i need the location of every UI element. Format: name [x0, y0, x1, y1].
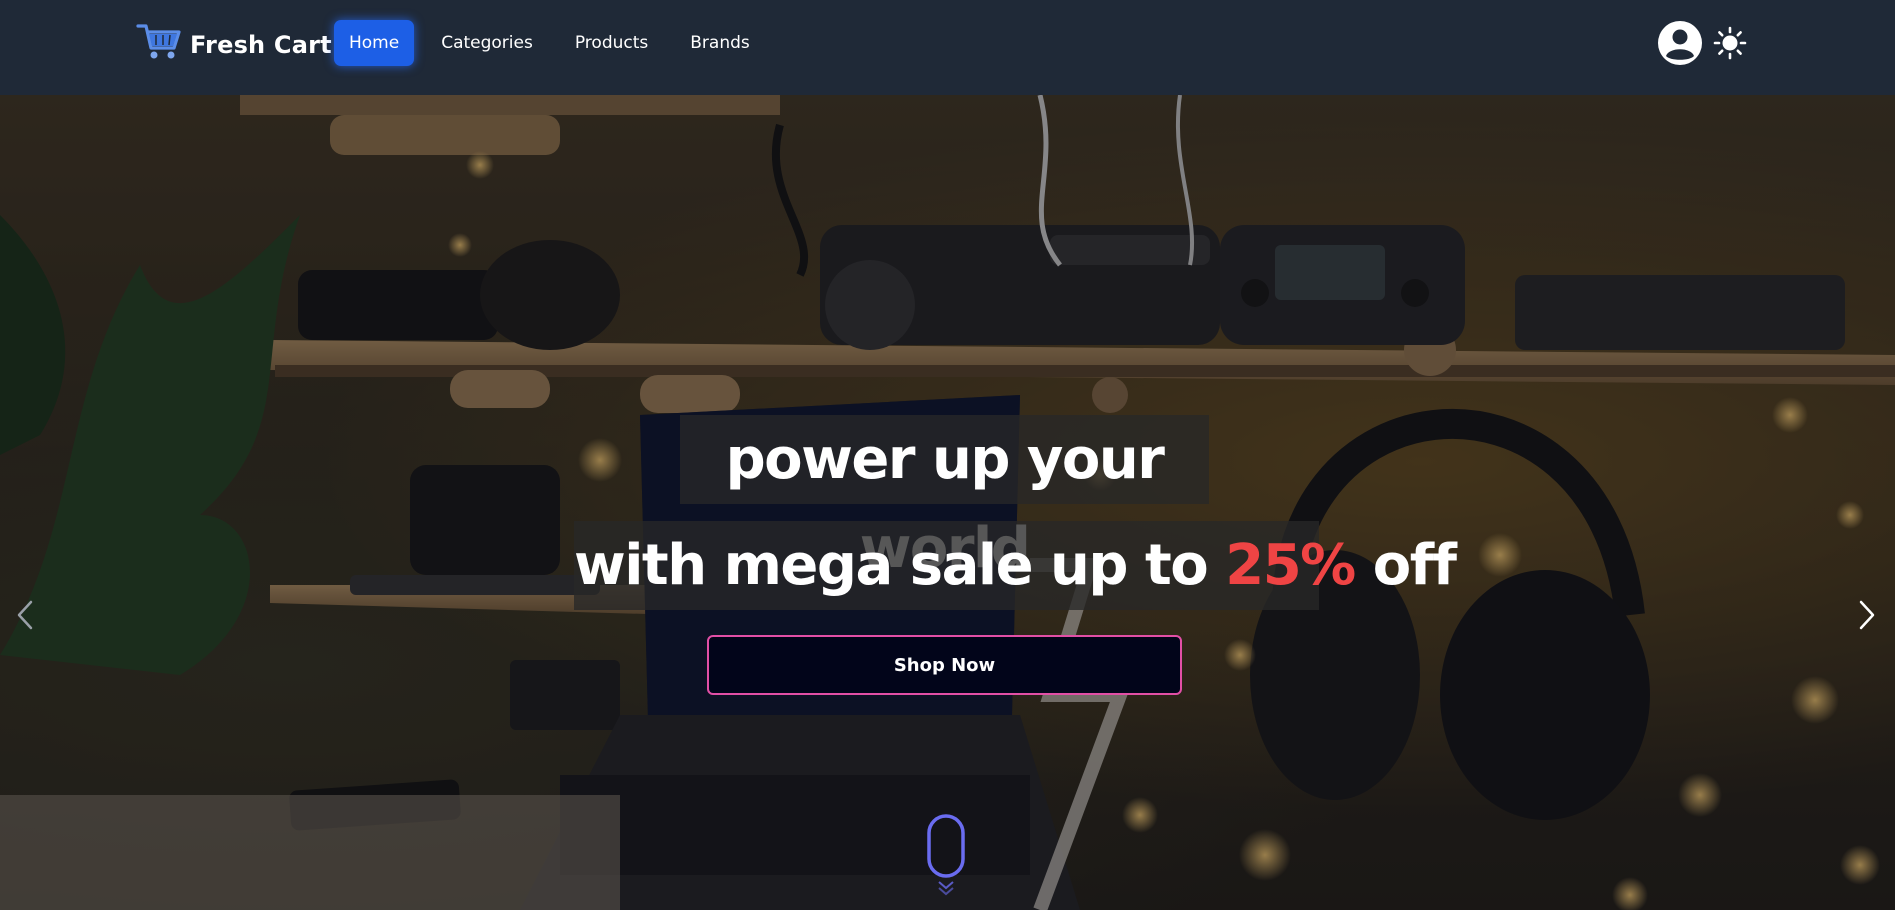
nav-link-home[interactable]: Home [334, 20, 415, 66]
chevron-right-icon [1859, 600, 1875, 630]
nav-link-brands[interactable]: Brands [675, 20, 765, 66]
hero-headline-line2-prefix: with mega sale up to [574, 533, 1226, 598]
nav-actions [1657, 20, 1747, 66]
hero-carousel: power up your world with mega sale up to… [0, 95, 1895, 910]
sun-icon[interactable] [1713, 26, 1747, 60]
carousel-next-button[interactable] [1846, 595, 1886, 635]
user-circle-icon[interactable] [1657, 20, 1703, 66]
chevron-left-icon [17, 600, 33, 630]
mouse-scroll-icon [927, 814, 965, 896]
main-nav: Home Categories Products Brands [334, 20, 777, 66]
hero-headline-line2-suffix: off [1354, 533, 1457, 598]
shop-now-button[interactable]: Shop Now [707, 635, 1182, 695]
brand-logo-link[interactable]: Fresh Cart [136, 22, 332, 67]
nav-link-categories[interactable]: Categories [426, 20, 548, 66]
carousel-prev-button[interactable] [6, 595, 46, 635]
cart-icon [136, 22, 182, 67]
hero-headline-line1: power up your world [680, 415, 1209, 581]
scroll-down-indicator[interactable] [926, 814, 966, 898]
hero-headline-line2: with mega sale up to 25% off [574, 521, 1457, 610]
brand-name: Fresh Cart [190, 30, 332, 59]
hero-discount-highlight: 25% [1225, 533, 1356, 598]
nav-link-products[interactable]: Products [560, 20, 663, 66]
navbar: Fresh Cart Home Categories Products Bran… [0, 0, 1895, 95]
